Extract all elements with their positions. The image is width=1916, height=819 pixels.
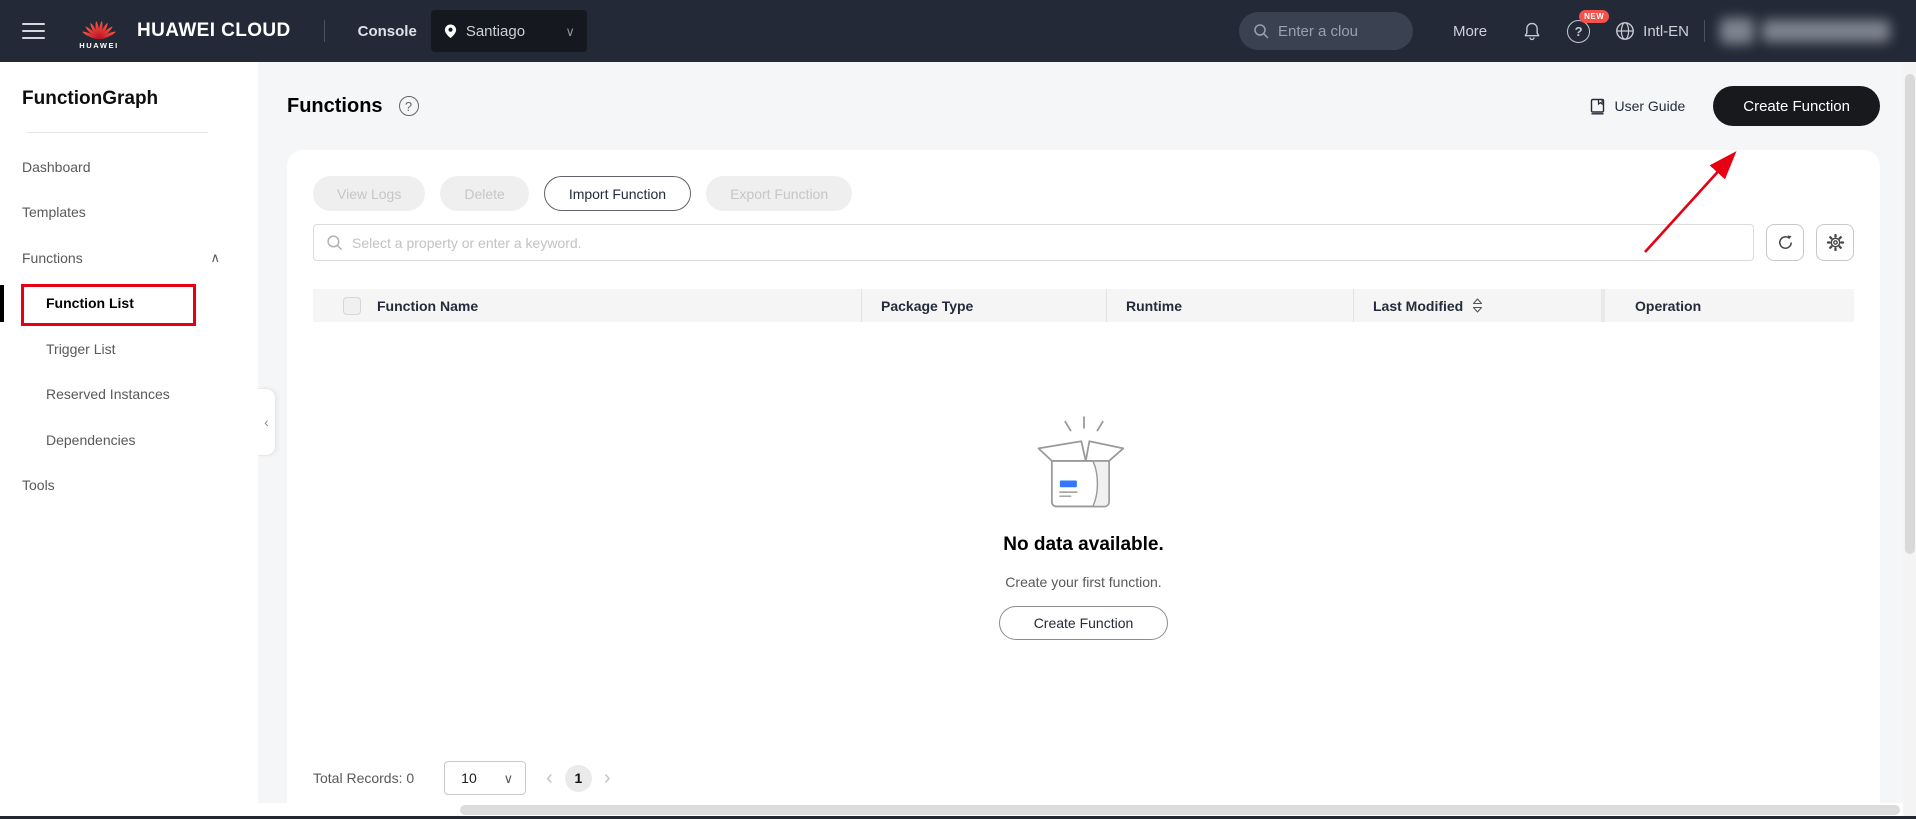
language-selector[interactable]: Intl-EN xyxy=(1614,20,1689,42)
topbar-search[interactable] xyxy=(1239,12,1413,50)
account-menu[interactable] xyxy=(1720,18,1890,44)
huawei-logo-text: HUAWEI xyxy=(79,41,119,50)
console-link[interactable]: Console xyxy=(358,23,417,40)
view-logs-button[interactable]: View Logs xyxy=(313,176,425,211)
empty-state-title: No data available. xyxy=(1003,534,1164,556)
current-page-button[interactable]: 1 xyxy=(565,765,592,792)
huawei-logo: HUAWEI xyxy=(79,13,119,50)
search-row xyxy=(313,224,1854,261)
column-last-modified[interactable]: Last Modified xyxy=(1373,298,1463,314)
chevron-down-icon: ∨ xyxy=(565,25,575,38)
service-title: FunctionGraph xyxy=(22,88,258,110)
sidebar-item-dependencies[interactable]: Dependencies xyxy=(0,417,258,463)
account-name-redacted xyxy=(1762,20,1890,42)
sidebar-item-templates[interactable]: Templates xyxy=(0,190,258,236)
hamburger-menu-icon[interactable] xyxy=(22,18,45,44)
search-icon xyxy=(326,234,343,251)
column-package-type: Package Type xyxy=(881,298,973,314)
page-title: Functions xyxy=(287,95,383,118)
total-records-label: Total Records: 0 xyxy=(313,770,414,786)
sort-icon[interactable] xyxy=(1472,298,1483,313)
page-header: Functions ? User Guide Create Function xyxy=(287,84,1880,128)
sidebar-item-trigger-list[interactable]: Trigger List xyxy=(0,326,258,372)
topbar-search-input[interactable] xyxy=(1278,23,1399,40)
sidebar-collapse-handle[interactable]: ‹ xyxy=(258,388,276,456)
vertical-scrollbar xyxy=(1903,62,1916,816)
region-selector[interactable]: Santiago ∨ xyxy=(431,10,587,52)
region-name: Santiago xyxy=(466,23,557,40)
main-content: Functions ? User Guide Create Function V… xyxy=(258,62,1916,819)
topbar-divider xyxy=(324,20,325,42)
vertical-scrollbar-thumb[interactable] xyxy=(1905,74,1915,554)
sidebar-item-functions[interactable]: Functions ∧ xyxy=(0,235,258,281)
location-pin-icon xyxy=(443,23,458,39)
select-all-checkbox[interactable] xyxy=(343,297,361,315)
filter-search-box[interactable] xyxy=(313,224,1754,261)
refresh-button[interactable] xyxy=(1766,224,1804,261)
sidebar-item-reserved-instances[interactable]: Reserved Instances xyxy=(0,372,258,418)
create-function-button[interactable]: Create Function xyxy=(1713,86,1880,126)
active-indicator-bar xyxy=(0,285,4,323)
empty-state-subtitle: Create your first function. xyxy=(1005,574,1161,590)
next-page-button[interactable]: › xyxy=(604,768,611,788)
function-list-card: View Logs Delete Import Function Export … xyxy=(287,150,1880,803)
empty-box-icon xyxy=(1023,410,1145,510)
brand-title: HUAWEI CLOUD xyxy=(137,20,291,42)
search-icon xyxy=(1253,23,1269,39)
book-icon xyxy=(1589,98,1606,115)
globe-icon xyxy=(1614,20,1636,42)
sidebar-nav: Dashboard Templates Functions ∧ Function… xyxy=(0,144,258,508)
refresh-icon xyxy=(1776,233,1795,252)
column-settings-button[interactable] xyxy=(1816,224,1854,261)
account-avatar-redacted xyxy=(1720,18,1754,44)
huawei-flower-icon xyxy=(79,13,119,40)
column-function-name: Function Name xyxy=(377,298,478,314)
column-runtime: Runtime xyxy=(1126,298,1182,314)
sidebar-item-dashboard[interactable]: Dashboard xyxy=(0,144,258,190)
column-operation: Operation xyxy=(1635,298,1701,314)
more-menu[interactable]: More xyxy=(1453,23,1487,40)
pagination-bar: Total Records: 0 10 ∨ ‹ 1 › xyxy=(313,753,611,803)
chevron-left-icon: ‹ xyxy=(264,414,269,430)
sidebar-divider xyxy=(27,132,208,133)
filter-search-input[interactable] xyxy=(352,235,1741,251)
chevron-down-icon: ∨ xyxy=(504,772,514,785)
export-function-button[interactable]: Export Function xyxy=(706,176,852,211)
help-icon[interactable]: ? NEW xyxy=(1567,20,1590,43)
horizontal-scrollbar-thumb[interactable] xyxy=(460,805,1900,815)
list-toolbar: View Logs Delete Import Function Export … xyxy=(313,176,1854,211)
user-guide-link[interactable]: User Guide xyxy=(1589,98,1685,115)
notifications-bell-icon[interactable] xyxy=(1521,20,1543,43)
chevron-up-icon: ∧ xyxy=(210,250,220,266)
empty-create-function-button[interactable]: Create Function xyxy=(999,606,1169,640)
sidebar-item-tools[interactable]: Tools xyxy=(0,463,258,509)
topbar: HUAWEI HUAWEI CLOUD Console Santiago ∨ M… xyxy=(0,0,1916,62)
gear-icon xyxy=(1826,233,1845,252)
delete-button[interactable]: Delete xyxy=(440,176,528,211)
empty-state: No data available. Create your first fun… xyxy=(313,410,1854,640)
import-function-button[interactable]: Import Function xyxy=(544,176,691,211)
prev-page-button[interactable]: ‹ xyxy=(546,768,553,788)
page-help-icon[interactable]: ? xyxy=(399,96,419,116)
new-badge: NEW xyxy=(1579,10,1609,23)
page-size-select[interactable]: 10 ∨ xyxy=(444,761,526,795)
table-header: Function Name Package Type Runtime Last … xyxy=(313,289,1854,322)
topbar-divider xyxy=(1704,20,1705,42)
horizontal-scrollbar xyxy=(258,803,1916,816)
sidebar: FunctionGraph Dashboard Templates Functi… xyxy=(0,62,258,819)
sidebar-item-function-list[interactable]: Function List xyxy=(0,281,258,327)
locale-label: Intl-EN xyxy=(1643,23,1689,40)
